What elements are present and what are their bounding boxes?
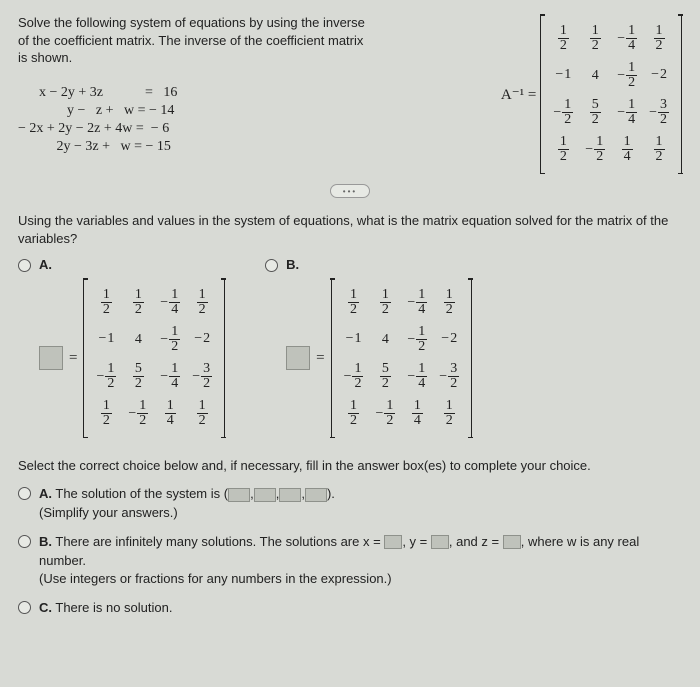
final-b-text2: , y = [402,534,427,549]
answer-box-b[interactable] [286,346,310,370]
equals-sign-b: = [316,350,324,367]
matrix-cell: 12 [643,131,675,168]
matrix-cell: 12 [433,395,465,432]
matrix-cell: 52 [369,358,401,395]
matrix-cell: −14 [401,358,433,395]
matrix-cell: −2 [643,57,675,94]
matrix-cell: −12 [122,395,154,432]
matrix-cell: 4 [369,321,401,358]
final-a-text1: The solution of the system is ( [55,486,228,501]
radio-b[interactable] [265,259,278,272]
matrix-cell: 52 [122,358,154,395]
answer-box-a[interactable] [39,346,63,370]
radio-final-c[interactable] [18,601,31,614]
ans-y[interactable] [254,488,276,502]
matrix-cell: −1 [547,57,579,94]
ans-bz[interactable] [503,535,521,549]
select-instruction: Select the correct choice below and, if … [18,458,682,473]
matrix-cell: 52 [579,94,611,131]
matrix-cell: −2 [186,321,218,358]
matrix-cell: 14 [611,131,643,168]
final-a-text2: ). [327,486,335,501]
matrix-cell: 12 [433,284,465,321]
final-choice-b[interactable]: B. There are infinitely many solutions. … [18,533,682,590]
matrix-cell: 12 [338,284,370,321]
choice-a[interactable]: A. = 1212−1412−14−12−2−1252−14−3212−1214… [18,257,225,438]
eq-3: − 2x + 2y − 2z + 4w = − 6 [18,121,368,137]
matrix-cell: 12 [186,284,218,321]
matrix-cell: −1 [338,321,370,358]
matrix-cell: 12 [547,20,579,57]
inverse-matrix-block: A⁻¹ = 1212−1412−14−12−2−1252−14−3212−121… [501,14,682,174]
final-a-label: A. [39,486,52,501]
radio-a[interactable] [18,259,31,272]
ans-z[interactable] [279,488,301,502]
matrix-cell: 12 [338,395,370,432]
matrix-cell: −12 [369,395,401,432]
choice-b-matrix: 1212−1412−14−12−2−1252−14−3212−121412 [331,278,473,438]
eq-2: y − z + w = − 14 [18,103,368,119]
inverse-label: A⁻¹ = [501,85,536,104]
matrix-cell: 12 [186,395,218,432]
matrix-cell: 12 [369,284,401,321]
final-c-label: C. [39,600,52,615]
equals-sign: = [69,350,77,367]
eq-1: x − 2y + 3z = 16 [18,85,368,101]
matrix-cell: −12 [579,131,611,168]
final-b-text3: , and z = [449,534,499,549]
matrix-cell: 12 [579,20,611,57]
matrix-cell: −1 [90,321,122,358]
final-b-text6: (Use integers or fractions for any numbe… [39,571,392,586]
radio-final-a[interactable] [18,487,31,500]
intro-text: Solve the following system of equations … [18,14,368,67]
section-divider-icon: ••• [330,184,370,198]
matrix-cell: 12 [547,131,579,168]
final-b-label: B. [39,534,52,549]
matrix-cell: −14 [401,284,433,321]
matrix-cell: −14 [154,284,186,321]
final-choice-a[interactable]: A. The solution of the system is (,,,). … [18,485,682,523]
final-choice-c[interactable]: C. There is no solution. [18,599,682,618]
ans-bx[interactable] [384,535,402,549]
choice-b-label: B. [286,257,299,272]
ans-by[interactable] [431,535,449,549]
matrix-cell: −2 [433,321,465,358]
matrix-cell: 4 [122,321,154,358]
choice-b[interactable]: B. = 1212−1412−14−12−2−1252−14−3212−1214… [265,257,472,438]
matrix-cell: 4 [579,57,611,94]
eq-4: 2y − 3z + w = − 15 [18,139,368,155]
matrix-cell: −12 [338,358,370,395]
matrix-cell: 14 [154,395,186,432]
matrix-cell: −12 [90,358,122,395]
question-text: Using the variables and values in the sy… [18,212,682,247]
matrix-cell: −32 [186,358,218,395]
ans-w[interactable] [305,488,327,502]
radio-final-b[interactable] [18,535,31,548]
matrix-cell: 14 [401,395,433,432]
choice-a-label: A. [39,257,52,272]
final-b-text1: There are infinitely many solutions. The… [55,534,380,549]
matrix-cell: −12 [154,321,186,358]
matrix-cell: 12 [90,395,122,432]
ans-x[interactable] [228,488,250,502]
final-a-text3: (Simplify your answers.) [39,505,178,520]
matrix-cell: 12 [643,20,675,57]
inverse-matrix: 1212−1412−14−12−2−1252−14−3212−121412 [540,14,682,174]
matrix-cell: 12 [90,284,122,321]
matrix-cell: −12 [401,321,433,358]
matrix-cell: −32 [643,94,675,131]
final-b-text5: number. [39,553,86,568]
system-of-equations: x − 2y + 3z = 16 y − z + w = − 14 − 2x +… [18,85,368,155]
choice-a-matrix: 1212−1412−14−12−2−1252−14−3212−121412 [83,278,225,438]
matrix-cell: 12 [122,284,154,321]
matrix-cell: −14 [611,20,643,57]
matrix-cell: −32 [433,358,465,395]
matrix-cell: −12 [547,94,579,131]
matrix-cell: −14 [611,94,643,131]
matrix-cell: −12 [611,57,643,94]
final-b-text4: , where w is any real [521,534,640,549]
final-c-text: There is no solution. [55,600,172,615]
matrix-cell: −14 [154,358,186,395]
